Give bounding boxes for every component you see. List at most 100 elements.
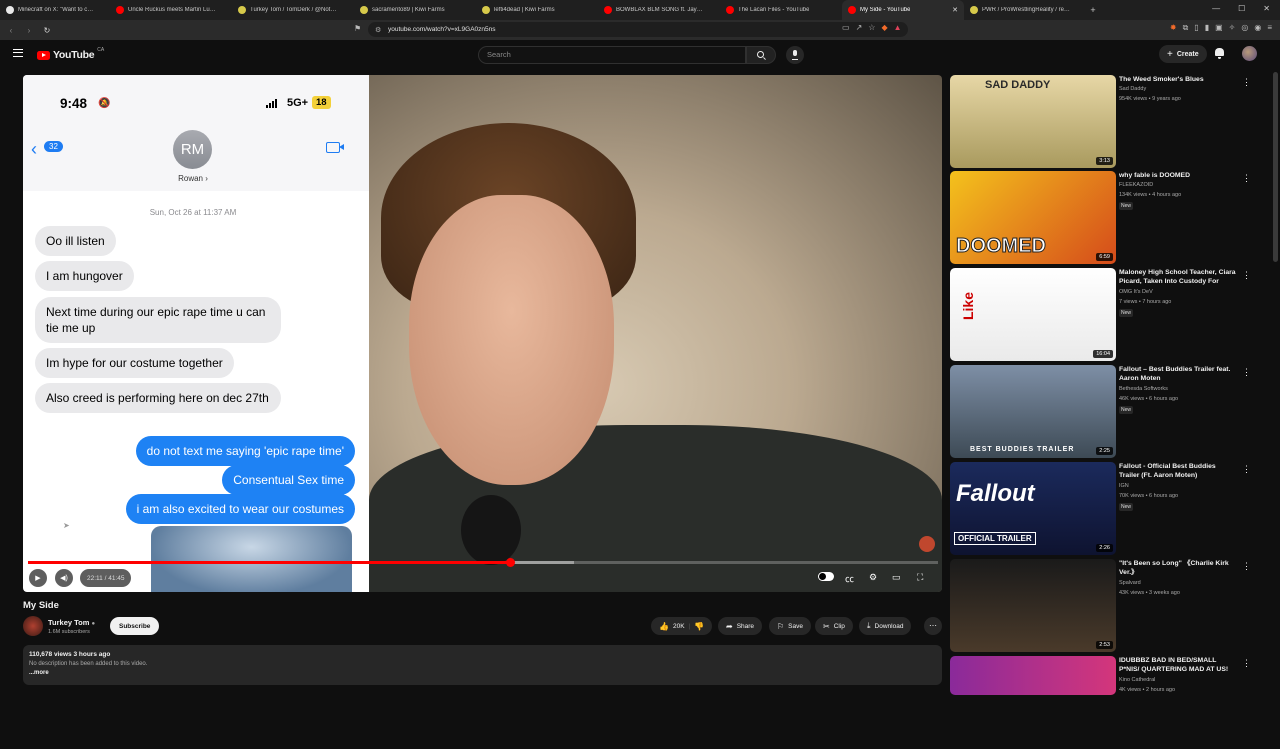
settings-icon[interactable]: ⚙: [869, 572, 877, 583]
channel-watermark[interactable]: [919, 536, 935, 552]
more-options-icon[interactable]: ⋮: [1242, 77, 1251, 88]
channel-avatar[interactable]: [23, 616, 43, 636]
minimize-icon[interactable]: —: [1212, 4, 1220, 13]
recommendation-item[interactable]: SAD DADDY 3:13 The Weed Smoker's Blues Sad …: [950, 75, 1251, 168]
youtube-logo[interactable]: YouTube CA: [37, 47, 104, 61]
recommendation-item[interactable]: BEST BUDDIES TRAILER 2:25 Fallout – Best B…: [950, 365, 1251, 458]
fullscreen-icon[interactable]: ⛶: [917, 572, 923, 583]
show-more-link[interactable]: ...more: [29, 670, 936, 676]
video-thumbnail[interactable]: SAD DADDY 3:13: [950, 75, 1116, 168]
recommendation-title[interactable]: The Weed Smoker's Blues: [1119, 75, 1237, 84]
split-icon[interactable]: ▮: [1205, 23, 1209, 33]
recommendation-title[interactable]: Fallout – Best Buddies Trailer feat. Aar…: [1119, 365, 1237, 383]
browser-tab[interactable]: sacramento89 | Kiwi Farms: [354, 0, 476, 20]
puzzle-icon[interactable]: ⧉: [1183, 23, 1189, 33]
recommendation-channel[interactable]: Kino Cathedral: [1119, 677, 1155, 683]
video-thumbnail[interactable]: OFFICIAL TRAILER Fallout 2:26: [950, 462, 1116, 555]
thumbs-down-icon[interactable]: 👎: [694, 622, 704, 631]
browser-tab[interactable]: PWR / ProWrestlingReality / realpers: [964, 0, 1086, 20]
theater-mode-icon[interactable]: ▭: [892, 572, 901, 583]
browser-tab[interactable]: My Side - YouTube ✕: [842, 0, 964, 20]
browser-tab[interactable]: Uncle Ruckus meets Martin Luther K: [110, 0, 232, 20]
more-options-icon[interactable]: ⋮: [1242, 658, 1251, 669]
site-info-icon[interactable]: ⚙: [375, 26, 381, 34]
save-button[interactable]: ⚐ Save: [769, 617, 811, 635]
clip-button[interactable]: ✂ Clip: [815, 617, 853, 635]
profile-icon[interactable]: ◉: [1254, 23, 1261, 33]
recommendation-channel[interactable]: FLEEKAZOID: [1119, 182, 1153, 188]
back-icon[interactable]: ‹: [4, 26, 18, 35]
more-options-icon[interactable]: ⋮: [1242, 464, 1251, 475]
browser-tab[interactable]: lefti4dead | Kiwi Farms: [476, 0, 598, 20]
recommendation-item[interactable]: 2:53 "It's Been so Long" 《Charlie Kirk Ve…: [950, 559, 1251, 652]
more-options-icon[interactable]: ⋮: [1242, 173, 1251, 184]
more-options-icon[interactable]: ⋮: [1242, 367, 1251, 378]
share-button[interactable]: ➦ Share: [718, 617, 763, 635]
recommendation-item[interactable]: OFFICIAL TRAILER Fallout 2:26 Fallout - Off…: [950, 462, 1251, 555]
maximize-icon[interactable]: ☐: [1238, 4, 1245, 13]
browser-tab[interactable]: BOWBLAX BLM SONG ft. Jay Z, Emin: [598, 0, 720, 20]
recommendation-title[interactable]: IDUBBBZ BAD IN BED/SMALL P*NIS/ QUARTERI…: [1119, 656, 1237, 675]
captions-icon[interactable]: ㏄: [845, 572, 854, 585]
video-thumbnail[interactable]: DOOMED 6:59: [950, 171, 1116, 264]
browser-tab[interactable]: The Lacari Files - YouTube: [720, 0, 842, 20]
video-thumbnail[interactable]: 2:53: [950, 559, 1116, 652]
search-button[interactable]: [746, 46, 776, 64]
extension-icon[interactable]: ✸: [1170, 23, 1177, 33]
address-bar[interactable]: ⚙ youtube.com/watch?v=xL9GA0zn5ns: [368, 22, 908, 37]
recommendation-title[interactable]: why fable is DOOMED: [1119, 171, 1237, 180]
sidebar-icon[interactable]: ▯: [1194, 23, 1198, 33]
leo-icon[interactable]: ✧: [1229, 23, 1236, 33]
reload-icon[interactable]: ↻: [40, 26, 54, 35]
share-page-icon[interactable]: ↗: [856, 23, 863, 32]
install-icon[interactable]: ▭: [842, 23, 850, 32]
account-avatar[interactable]: [1242, 46, 1257, 61]
star-icon[interactable]: ☆: [868, 23, 875, 32]
autoplay-toggle[interactable]: [818, 572, 834, 581]
forward-icon[interactable]: ›: [22, 26, 36, 35]
bookmark-icon[interactable]: ⚑: [354, 24, 361, 33]
video-thumbnail[interactable]: [950, 656, 1116, 695]
more-actions-icon[interactable]: ⋯: [924, 617, 942, 635]
close-window-icon[interactable]: ✕: [1263, 4, 1270, 13]
wallet-icon[interactable]: ▣: [1215, 23, 1223, 33]
notifications-icon[interactable]: [1215, 48, 1224, 59]
recommendation-item[interactable]: IDUBBBZ BAD IN BED/SMALL P*NIS/ QUARTERI…: [950, 656, 1251, 749]
description-box[interactable]: 110,678 views 3 hours ago No description…: [23, 645, 942, 685]
browser-tab[interactable]: Turkey Tom / TomDerk / @NotATurk: [232, 0, 354, 20]
search-input[interactable]: Search: [478, 46, 746, 64]
rewards-icon[interactable]: ▲: [894, 23, 902, 32]
browser-menu-icon[interactable]: ≡: [1267, 23, 1272, 33]
recommendation-channel[interactable]: Spalvard: [1119, 580, 1141, 586]
recommendation-channel[interactable]: OMG It's DeV: [1119, 289, 1153, 295]
recommendation-channel[interactable]: Sad Daddy: [1119, 86, 1146, 92]
recommendation-channel[interactable]: IGN: [1119, 483, 1129, 489]
brave-shield-icon[interactable]: ◆: [881, 23, 887, 32]
vpn-icon[interactable]: ◎: [1241, 23, 1248, 33]
more-options-icon[interactable]: ⋮: [1242, 270, 1251, 281]
guide-menu-icon[interactable]: [13, 49, 23, 57]
recommendation-title[interactable]: "It's Been so Long" 《Charlie Kirk Ver.》: [1119, 559, 1237, 577]
progress-bar[interactable]: [28, 558, 938, 567]
video-thumbnail[interactable]: BEST BUDDIES TRAILER 2:25: [950, 365, 1116, 458]
recommendation-channel[interactable]: Bethesda Softworks: [1119, 386, 1168, 392]
recommendation-item[interactable]: Like 16:04 Maloney High School Teacher, Ci…: [950, 268, 1251, 361]
video-thumbnail[interactable]: Like 16:04: [950, 268, 1116, 361]
create-button[interactable]: + Create: [1159, 45, 1207, 63]
recommendation-title[interactable]: Maloney High School Teacher, Ciara Picar…: [1119, 268, 1237, 287]
mute-button[interactable]: ◀): [55, 569, 73, 587]
browser-tab[interactable]: Minecraft on X: "Want to change the: [0, 0, 110, 20]
recommendation-title[interactable]: Fallout - Official Best Buddies Trailer …: [1119, 462, 1237, 480]
voice-search-icon[interactable]: [786, 46, 804, 64]
tab-close-icon[interactable]: ✕: [952, 6, 958, 14]
play-button[interactable]: ▶: [29, 569, 47, 587]
download-button[interactable]: ⤓ Download: [859, 617, 912, 635]
more-options-icon[interactable]: ⋮: [1242, 561, 1251, 572]
channel-name[interactable]: Turkey Tom ●: [48, 618, 95, 627]
scrollbar[interactable]: [1273, 72, 1278, 262]
new-tab-icon[interactable]: +: [1086, 5, 1100, 15]
recommendation-item[interactable]: DOOMED 6:59 why fable is DOOMED FLEEKAZOID 1…: [950, 171, 1251, 264]
video-player[interactable]: 9:48 🔕 5G+ 18 ‹ 32 RM Rowan › Sun, Oct 2…: [23, 75, 942, 592]
subscribe-button[interactable]: Subscribe: [110, 617, 160, 635]
like-button[interactable]: 👍 20K | 👎: [651, 617, 713, 635]
